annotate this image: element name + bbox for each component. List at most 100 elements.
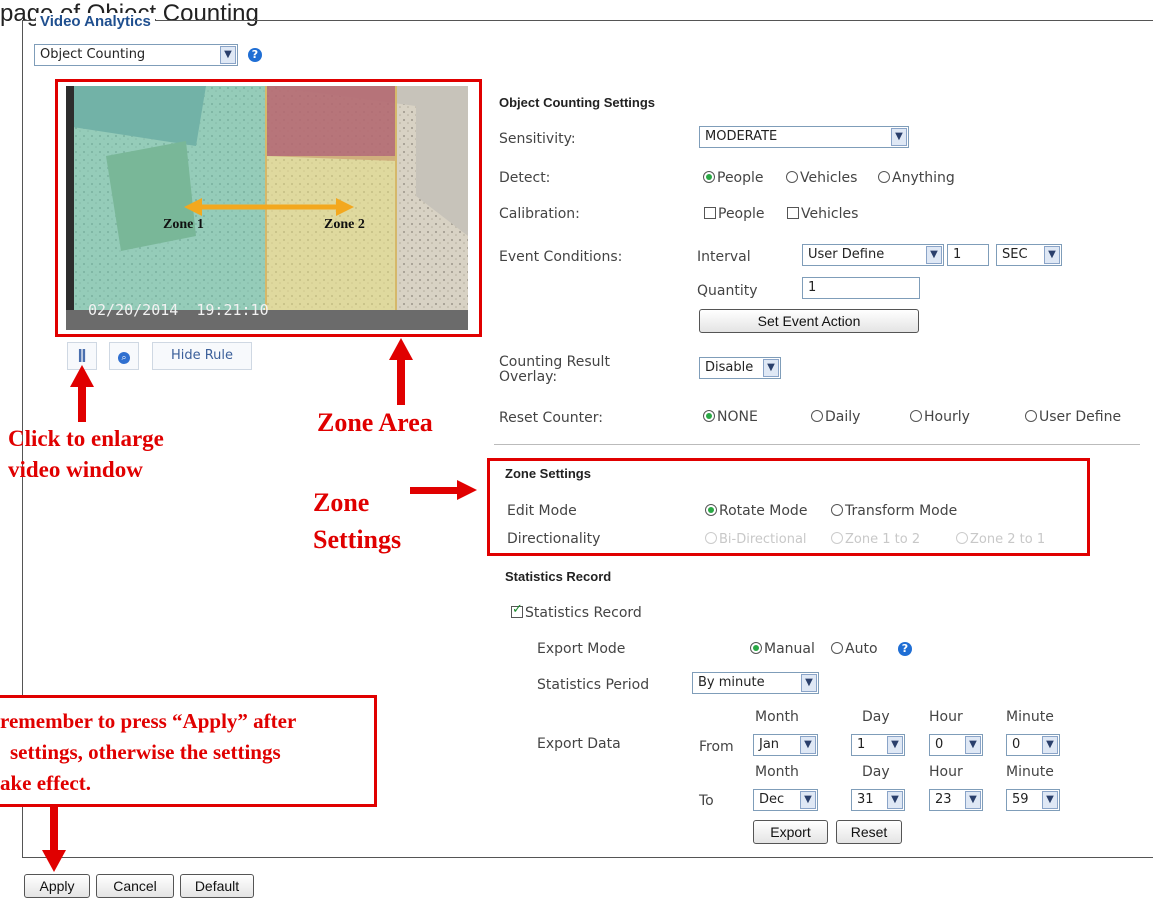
to-hour-select[interactable]: 23 ▼ [929,789,983,811]
chevron-down-icon: ▼ [1042,736,1058,754]
interval-value-input[interactable]: 1 [947,244,989,266]
section-legend: Video Analytics [36,13,155,30]
reset-counter-label: Reset Counter: [499,410,603,426]
analytics-mode-value: Object Counting [40,47,146,62]
radio-icon [878,171,890,183]
enlarge-note-line2: video window [8,457,143,482]
arrow-up-icon [389,338,413,360]
interval-label: Interval [697,249,751,265]
help-icon[interactable]: ? [248,48,262,62]
column-hour: Hour [929,764,963,780]
reset-none-radio[interactable]: NONE [703,409,758,425]
zone-area-note: Zone Area [317,408,433,437]
zoom-icon: ⌕ [118,352,130,364]
arrow-shaft [78,386,86,422]
sensitivity-value: MODERATE [705,129,778,144]
chevron-down-icon: ▼ [887,791,903,809]
statistics-period-label: Statistics Period [537,677,650,693]
chevron-down-icon: ▼ [763,359,779,377]
to-day-select[interactable]: 31 ▼ [851,789,905,811]
column-day: Day [862,764,890,780]
set-event-action-button[interactable]: Set Event Action [699,309,919,333]
radio-icon [910,410,922,422]
apply-button[interactable]: Apply [24,874,90,898]
column-day: Day [862,709,890,725]
detect-label: Detect: [499,170,551,186]
checkbox-icon [704,207,716,219]
calibration-label: Calibration: [499,206,580,222]
export-mode-label: Export Mode [537,641,626,657]
enlarge-note-line1: Click to enlarge [8,426,164,451]
checkbox-icon [787,207,799,219]
statistics-period-select[interactable]: By minute ▼ [692,672,819,694]
to-minute-select[interactable]: 59 ▼ [1006,789,1060,811]
from-hour-select[interactable]: 0 ▼ [929,734,983,756]
zone-settings-highlight [487,458,1090,556]
detect-vehicles-radio[interactable]: Vehicles [786,170,857,186]
overlay-select[interactable]: Disable ▼ [699,357,781,379]
export-auto-radio[interactable]: Auto [831,641,878,657]
arrow-up-icon [70,365,94,387]
default-button[interactable]: Default [180,874,254,898]
quantity-input[interactable]: 1 [802,277,920,299]
column-hour: Hour [929,709,963,725]
calibration-people-checkbox[interactable]: People [704,206,765,222]
enlarge-video-button[interactable]: ⌕ [109,342,139,370]
export-button[interactable]: Export [753,820,828,844]
chevron-down-icon: ▼ [800,791,816,809]
detect-people-radio[interactable]: People [703,170,764,186]
radio-icon [703,171,715,183]
analytics-mode-select[interactable]: Object Counting ▼ [34,44,238,66]
event-conditions-label: Event Conditions: [499,249,623,265]
arrow-down-icon [42,850,66,872]
divider [494,444,1140,445]
chevron-down-icon: ▼ [800,736,816,754]
export-data-label: Export Data [537,736,621,752]
zone-settings-note-line2: Settings [313,525,402,554]
checkbox-icon [511,602,523,618]
from-day-select[interactable]: 1 ▼ [851,734,905,756]
arrow-shaft [410,487,458,494]
zone-area-highlight [55,79,482,337]
statistics-title: Statistics Record [505,569,612,584]
chevron-down-icon: ▼ [926,246,942,264]
cancel-button[interactable]: Cancel [96,874,174,898]
from-label: From [699,739,734,755]
arrow-shaft [397,359,405,405]
interval-unit-select[interactable]: SEC ▼ [996,244,1062,266]
radio-icon [1025,410,1037,422]
chevron-down-icon: ▼ [891,128,907,146]
zone-settings-note-line1: Zone [313,488,370,517]
reset-button[interactable]: Reset [836,820,902,844]
settings-title: Object Counting Settings [499,95,655,110]
from-minute-select[interactable]: 0 ▼ [1006,734,1060,756]
statistics-record-checkbox[interactable]: Statistics Record [511,602,642,621]
apply-note-line2: settings, otherwise the settings [10,740,281,764]
calibration-vehicles-checkbox[interactable]: Vehicles [787,206,858,222]
help-icon[interactable]: ? [898,642,912,656]
radio-icon [703,410,715,422]
reset-daily-radio[interactable]: Daily [811,409,860,425]
apply-note-line3: ake effect. [0,771,91,795]
chevron-down-icon: ▼ [801,674,817,692]
radio-icon [811,410,823,422]
sensitivity-select[interactable]: MODERATE ▼ [699,126,909,148]
radio-icon [831,642,843,654]
radio-icon [750,642,762,654]
detect-anything-radio[interactable]: Anything [878,170,955,186]
hide-rule-button[interactable]: Hide Rule [152,342,252,370]
chevron-down-icon: ▼ [965,791,981,809]
overlay-label: Counting Result Overlay: [499,354,610,385]
interval-mode-select[interactable]: User Define ▼ [802,244,944,266]
from-month-select[interactable]: Jan ▼ [753,734,818,756]
column-month: Month [755,764,799,780]
chevron-down-icon: ▼ [965,736,981,754]
pause-icon: ǁ [77,348,87,363]
reset-hourly-radio[interactable]: Hourly [910,409,970,425]
column-minute: Minute [1006,764,1054,780]
chevron-down-icon: ▼ [887,736,903,754]
radio-icon [786,171,798,183]
export-manual-radio[interactable]: Manual [750,641,815,657]
reset-user-define-radio[interactable]: User Define [1025,409,1121,425]
to-month-select[interactable]: Dec ▼ [753,789,818,811]
